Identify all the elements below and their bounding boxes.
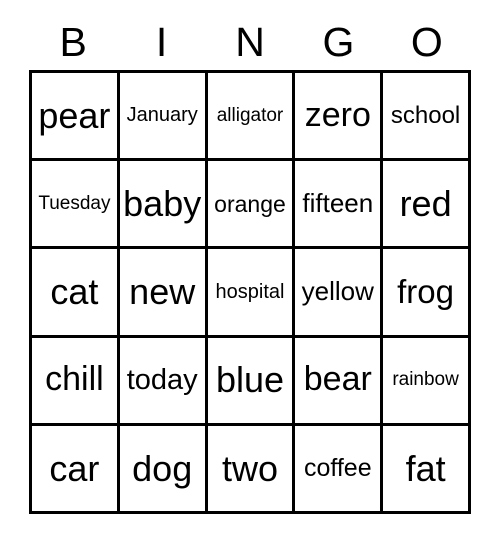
header-letter-n: N — [206, 14, 294, 70]
bingo-cell[interactable]: baby — [119, 161, 208, 247]
bingo-cell[interactable]: rainbow — [383, 337, 468, 423]
header-letter-g: G — [294, 14, 382, 70]
header-letter-b: B — [29, 14, 117, 70]
bingo-cell-text: yellow — [301, 276, 374, 307]
header-letter-i: I — [117, 14, 205, 70]
bingo-row: car dog two coffee fat — [32, 425, 468, 512]
bingo-row: Tuesday baby orange fifteen red — [32, 161, 468, 250]
bingo-cell[interactable]: dog — [119, 425, 208, 512]
bingo-cell[interactable]: hospital — [207, 249, 296, 335]
bingo-row: pear January alligator zero school — [32, 73, 468, 162]
bingo-cell[interactable]: new — [119, 249, 208, 335]
bingo-cell-text: fifteen — [302, 188, 374, 219]
bingo-cell[interactable]: two — [207, 425, 296, 512]
bingo-cell[interactable]: blue — [207, 337, 296, 423]
bingo-cell[interactable]: chill — [32, 337, 120, 423]
bingo-grid: pear January alligator zero school Tuesd… — [29, 70, 471, 514]
bingo-cell-text: chill — [45, 360, 104, 399]
bingo-cell-text: hospital — [215, 280, 285, 303]
bingo-cell[interactable]: cat — [32, 249, 120, 335]
bingo-cell[interactable]: frog — [383, 249, 468, 335]
bingo-cell-text: cat — [50, 271, 99, 313]
bingo-cell[interactable]: pear — [32, 73, 120, 159]
bingo-cell-text: new — [129, 271, 196, 313]
bingo-cell[interactable]: school — [383, 73, 468, 159]
bingo-cell-text: dog — [132, 447, 193, 489]
bingo-cell[interactable]: alligator — [207, 73, 296, 159]
bingo-cell[interactable]: zero — [295, 73, 384, 159]
bingo-cell[interactable]: orange — [207, 161, 296, 247]
bingo-cell-text: today — [126, 363, 198, 396]
bingo-cell-text: pear — [38, 94, 111, 136]
header-letter-label: N — [235, 18, 265, 65]
bingo-cell[interactable]: fat — [383, 425, 468, 512]
header-letter-label: B — [59, 18, 87, 65]
bingo-cell[interactable]: coffee — [295, 425, 384, 512]
bingo-header-row: B I N G O — [29, 14, 471, 70]
bingo-cell[interactable]: Tuesday — [32, 161, 120, 247]
bingo-cell-text: coffee — [303, 454, 372, 483]
bingo-cell-text: zero — [304, 95, 371, 134]
header-letter-label: O — [410, 18, 443, 65]
bingo-cell-text: bear — [303, 360, 372, 399]
bingo-cell-text: blue — [215, 359, 285, 401]
bingo-row: cat new hospital yellow frog — [32, 249, 468, 338]
bingo-cell[interactable]: red — [383, 161, 468, 247]
header-letter-o: O — [383, 14, 471, 70]
bingo-cell-text: alligator — [216, 104, 284, 126]
header-letter-label: I — [155, 18, 168, 65]
bingo-row: chill today blue bear rainbow — [32, 337, 468, 426]
bingo-cell[interactable]: yellow — [295, 249, 384, 335]
bingo-cell[interactable]: fifteen — [295, 161, 384, 247]
bingo-cell-text: car — [49, 447, 100, 489]
bingo-card: B I N G O pear January alligator zero sc… — [0, 0, 501, 544]
bingo-cell-text: January — [126, 104, 198, 127]
bingo-cell-text: two — [221, 447, 278, 489]
bingo-cell-text: rainbow — [392, 369, 459, 391]
bingo-cell-text: school — [390, 102, 461, 129]
bingo-cell-text: Tuesday — [38, 192, 111, 214]
bingo-cell-text: orange — [214, 190, 286, 217]
bingo-cell-text: red — [399, 182, 452, 224]
bingo-cell[interactable]: January — [119, 73, 208, 159]
bingo-cell[interactable]: bear — [295, 337, 384, 423]
bingo-cell-text: fat — [405, 447, 446, 489]
bingo-cell-text: frog — [397, 272, 455, 310]
bingo-cell[interactable]: today — [119, 337, 208, 423]
bingo-cell-text: baby — [123, 182, 202, 224]
header-letter-label: G — [322, 18, 355, 65]
bingo-cell[interactable]: car — [32, 425, 120, 512]
